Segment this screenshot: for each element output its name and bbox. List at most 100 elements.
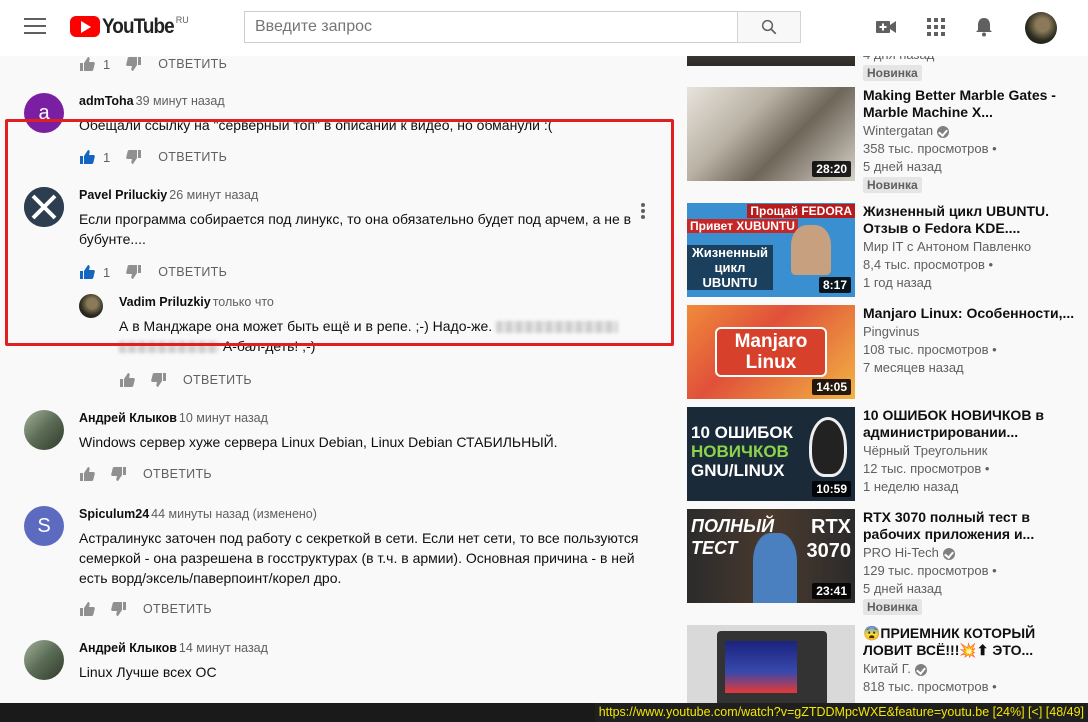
- avatar[interactable]: S: [24, 506, 64, 546]
- video-age: 1 неделю назад: [863, 479, 959, 494]
- comment-body: Андрей Клыков 10 минут назад Windows серв…: [79, 410, 639, 452]
- thumbnail-person: [753, 533, 797, 603]
- like-count: 1: [103, 56, 111, 72]
- comment-time[interactable]: 10 минут назад: [179, 411, 268, 425]
- comment-actions: ОТВЕТИТЬ: [79, 464, 212, 484]
- top-bar: YouTube RU: [0, 0, 1088, 56]
- thumbnail-caption: ПОЛНЫЙ ТЕСТ: [691, 516, 775, 558]
- video-views: 108 тыс. просмотров •: [863, 342, 997, 357]
- video-views: 129 тыс. просмотров •: [863, 563, 997, 578]
- video-meta: 10 ОШИБОК НОВИЧКОВ в администрировании..…: [863, 407, 1087, 496]
- verified-icon: [914, 663, 927, 676]
- thumb-up-icon[interactable]: [79, 466, 95, 482]
- video-meta: Making Better Marble Gates - Marble Mach…: [863, 87, 1087, 194]
- video-duration: 8:17: [818, 277, 851, 293]
- channel-name[interactable]: Pingvinus: [863, 323, 1087, 341]
- reply-button[interactable]: ОТВЕТИТЬ: [143, 602, 212, 616]
- user-avatar[interactable]: [1025, 12, 1057, 44]
- channel-name[interactable]: PRO Hi-Tech: [863, 545, 939, 560]
- thumb-up-icon[interactable]: [79, 56, 95, 72]
- video-thumbnail[interactable]: Manjaro Linux 14:05: [687, 305, 855, 399]
- reply-button[interactable]: ОТВЕТИТЬ: [183, 373, 252, 387]
- video-thumbnail[interactable]: ПОЛНЫЙ ТЕСТ RTX 3070 23:41: [687, 509, 855, 603]
- bell-icon: [976, 18, 992, 37]
- video-duration: 14:05: [812, 379, 851, 395]
- reply-button[interactable]: ОТВЕТИТЬ: [143, 467, 212, 481]
- video-title[interactable]: Жизненный цикл UBUNTU. Отзыв о Fedora KD…: [863, 203, 1087, 237]
- search-button[interactable]: [737, 11, 801, 43]
- thumb-down-icon[interactable]: [111, 466, 127, 482]
- video-meta: 😨ПРИЕМНИК КОТОРЫЙ ЛОВИТ ВСЁ!!!💥⬆ ЭТО... …: [863, 625, 1087, 696]
- thumbnail-screen: [725, 641, 797, 693]
- search-input[interactable]: [244, 11, 738, 43]
- comment-author[interactable]: Spiculum24: [79, 507, 149, 521]
- video-item[interactable]: 28:20 Making Better Marble Gates - Marbl…: [687, 87, 1087, 193]
- video-title[interactable]: 10 ОШИБОК НОВИЧКОВ в администрировании..…: [863, 407, 1087, 441]
- channel-name[interactable]: Китай Г.: [863, 661, 911, 676]
- avatar[interactable]: [24, 410, 64, 450]
- video-item[interactable]: Manjaro Linux 14:05 Manjaro Linux: Особе…: [687, 305, 1087, 405]
- avatar[interactable]: [24, 640, 64, 680]
- video-duration: 10:59: [812, 481, 851, 497]
- video-title[interactable]: RTX 3070 полный тест в рабочих приложени…: [863, 509, 1087, 543]
- comment-text: Linux Лучше всех ОС: [79, 664, 217, 680]
- comment-body: Spiculum24 44 минуты назад (изменено) Аст…: [79, 506, 649, 588]
- thumbnail-penguin: [809, 417, 847, 477]
- video-duration: 28:20: [812, 161, 851, 177]
- thumbnail-caption: Привет XUBUNTU: [687, 219, 798, 233]
- menu-icon[interactable]: [24, 18, 46, 36]
- comment-author[interactable]: admToha: [79, 94, 134, 108]
- video-title[interactable]: 😨ПРИЕМНИК КОТОРЫЙ ЛОВИТ ВСЁ!!!💥⬆ ЭТО...: [863, 625, 1087, 659]
- video-thumbnail[interactable]: 28:20: [687, 87, 855, 181]
- reply-button[interactable]: ОТВЕТИТЬ: [158, 57, 227, 71]
- video-title[interactable]: Making Better Marble Gates - Marble Mach…: [863, 87, 1087, 121]
- comment-text: Астралинукс заточен под работу с секретк…: [79, 530, 639, 586]
- create-video-button[interactable]: [873, 14, 899, 40]
- search-icon: [761, 19, 777, 35]
- channel-name[interactable]: Чёрный Треугольник: [863, 442, 1087, 460]
- new-badge: Новинка: [863, 177, 922, 193]
- video-item[interactable]: ПОЛНЫЙ ТЕСТ RTX 3070 23:41 RTX 3070 полн…: [687, 509, 1087, 615]
- comment-time[interactable]: 39 минут назад: [136, 94, 225, 108]
- channel-name[interactable]: Мир IT с Антоном Павленко: [863, 238, 1087, 256]
- comment-actions: ОТВЕТИТЬ: [79, 599, 212, 619]
- thumbnail-person: [791, 225, 831, 275]
- youtube-logo[interactable]: YouTube RU: [70, 15, 189, 39]
- new-badge: Новинка: [863, 599, 922, 615]
- video-item[interactable]: 10 ОШИБОК НОВИЧКОВ GNU/LINUX 10:59 10 ОШ…: [687, 407, 1087, 507]
- youtube-play-icon: [70, 16, 100, 37]
- video-thumbnail[interactable]: Прощай FEDORA Привет XUBUNTU Жизненный ц…: [687, 203, 855, 297]
- thumbnail-caption: Жизненный цикл UBUNTU: [687, 245, 773, 290]
- video-views: 818 тыс. просмотров •: [863, 679, 997, 694]
- video-meta: Жизненный цикл UBUNTU. Отзыв о Fedora KD…: [863, 203, 1087, 292]
- thumbnail-device: [717, 631, 827, 711]
- video-title[interactable]: Manjaro Linux: Особенности,...: [863, 305, 1087, 322]
- logo-text: YouTube: [102, 15, 175, 38]
- video-thumbnail[interactable]: 10 ОШИБОК НОВИЧКОВ GNU/LINUX 10:59: [687, 407, 855, 501]
- video-duration: 23:41: [812, 583, 851, 599]
- notifications-button[interactable]: [971, 14, 997, 40]
- thumbnail-line: GNU/LINUX: [691, 461, 785, 480]
- thumb-up-icon[interactable]: [79, 601, 95, 617]
- video-camera-plus-icon: [876, 21, 896, 33]
- channel-name[interactable]: Wintergatan: [863, 123, 933, 138]
- thumbnail-caption: 10 ОШИБОК НОВИЧКОВ GNU/LINUX: [691, 423, 793, 480]
- thumb-down-icon[interactable]: [111, 601, 127, 617]
- comment-0-actions: 1 ОТВЕТИТЬ: [79, 54, 227, 74]
- thumbnail-line: 10 ОШИБОК: [691, 423, 793, 442]
- logo-region: RU: [175, 15, 189, 25]
- apps-button[interactable]: [923, 14, 949, 40]
- video-meta: Manjaro Linux: Особенности,... Pingvinus…: [863, 305, 1087, 377]
- thumb-up-icon[interactable]: [119, 372, 135, 388]
- new-badge: Новинка: [863, 65, 922, 81]
- comment-author[interactable]: Андрей Клыков: [79, 411, 177, 425]
- comment-body: Андрей Клыков 14 минут назад Linux Лучше …: [79, 640, 639, 682]
- thumb-down-icon[interactable]: [151, 372, 167, 388]
- thumbnail-caption: Прощай FEDORA: [747, 204, 855, 218]
- verified-icon: [937, 125, 950, 138]
- comment-time[interactable]: 44 минуты назад (изменено): [151, 507, 317, 521]
- video-item[interactable]: Прощай FEDORA Привет XUBUNTU Жизненный ц…: [687, 203, 1087, 303]
- thumb-down-icon[interactable]: [126, 56, 142, 72]
- comment-author[interactable]: Андрей Клыков: [79, 641, 177, 655]
- comment-time[interactable]: 14 минут назад: [179, 641, 268, 655]
